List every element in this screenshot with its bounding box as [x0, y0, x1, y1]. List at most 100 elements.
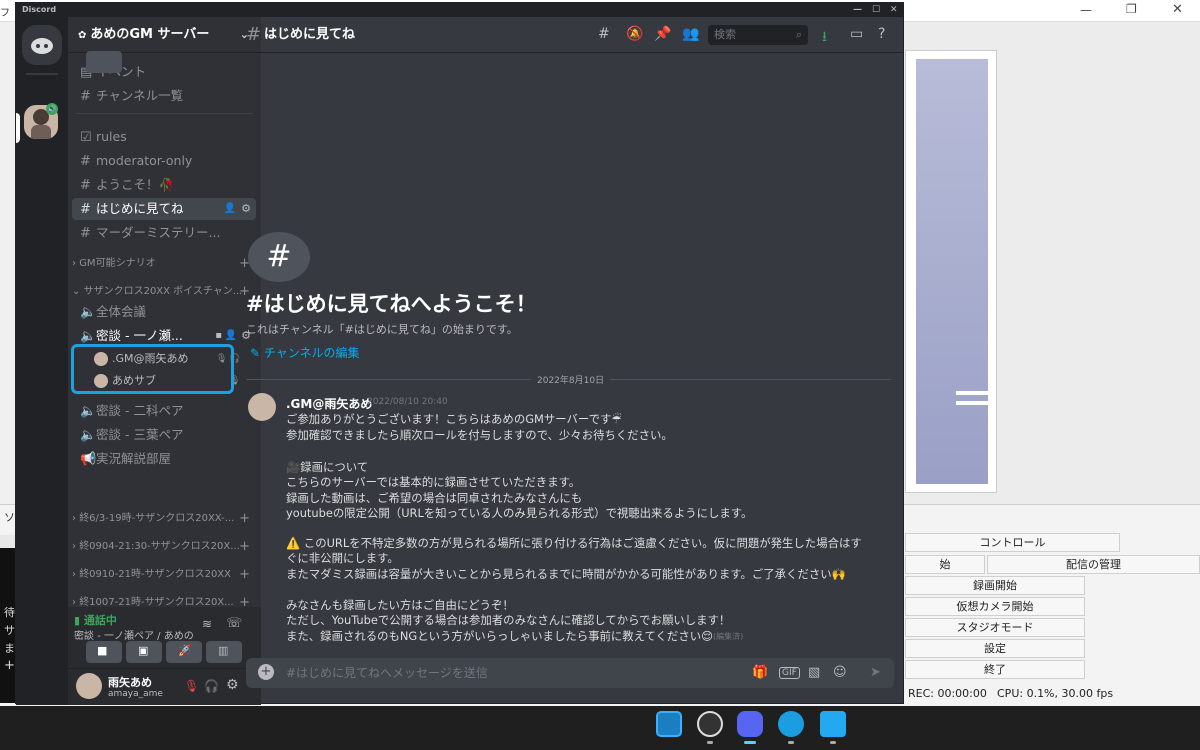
start-virtual-camera-button[interactable]: 仮想カメラ開始	[905, 597, 1085, 616]
minimize-icon[interactable]: —	[1080, 3, 1092, 17]
edit-channel-link[interactable]: ✎ チャンネルの編集	[250, 344, 360, 361]
voice-channel-meeting[interactable]: 🔈全体会議	[72, 301, 256, 323]
obs-start-fragment[interactable]: 始	[905, 555, 985, 574]
screen-share-button[interactable]: ▣	[126, 641, 162, 663]
zoom-taskbar-icon[interactable]	[656, 711, 682, 737]
plus-icon[interactable]: +	[4, 658, 15, 673]
message-timestamp: 2022/08/10 20:40	[367, 397, 448, 407]
manage-broadcast-button[interactable]: 配信の管理	[987, 555, 1200, 574]
gift-icon[interactable]: 🎁	[752, 665, 768, 680]
send-icon[interactable]: ➤	[870, 665, 881, 680]
category-session-3[interactable]: › 終0910-21時-サザンクロス20XX +	[72, 567, 256, 583]
screen-share-icon: ▣	[138, 644, 149, 657]
add-attachment-icon[interactable]: +	[258, 664, 274, 680]
download-icon[interactable]: ⭳	[822, 26, 827, 50]
category-gm-scenarios[interactable]: › GM可能シナリオ +	[72, 256, 256, 272]
category-southern-cross-voice[interactable]: ⌄ サザンクロス20XX ボイスチャン... +	[72, 284, 256, 300]
channel-rules[interactable]: ☑ rules	[72, 126, 256, 148]
sidebar-divider	[76, 113, 253, 114]
exit-button[interactable]: 終了	[905, 660, 1085, 679]
channel-murder-mystery[interactable]: # マーダーミステリー...	[72, 222, 256, 244]
disconnect-icon[interactable]: ☏	[226, 616, 242, 631]
camera-button[interactable]	[86, 51, 122, 73]
message-line: 🎥録画について	[286, 460, 369, 474]
message-line: ⚠️ このURLを不特定多数の方が見られる場所に張り付ける行為はご遠慮ください。…	[286, 536, 862, 550]
inbox-icon[interactable]: ▭	[850, 26, 863, 42]
invite-icon[interactable]: 👤	[224, 198, 236, 220]
studio-mode-button[interactable]: スタジオモード	[905, 618, 1085, 637]
discord-window: Discord — ☐ ✕ 🔊 ✿あめのGM サーバー ⌄ ▤イベント #チャン…	[15, 2, 904, 705]
maximize-icon[interactable]: ☐	[872, 3, 880, 17]
start-recording-button[interactable]: 録画開始	[905, 576, 1085, 595]
message-avatar[interactable]	[248, 393, 276, 421]
rocket-icon: 🚀	[178, 644, 192, 657]
category-label: GM可能シナリオ	[79, 258, 156, 269]
category-session-2[interactable]: › 終0904-21:30-サザンクロス20X... +	[72, 539, 256, 555]
channel-start-here[interactable]: # はじめに見てね 👤 ⚙	[72, 198, 256, 220]
search-input[interactable]: 検索 ⌕	[708, 25, 808, 45]
rules-icon: ☑	[80, 130, 92, 145]
channel-hash-icon: #	[248, 232, 310, 282]
selected-server-pill	[16, 113, 20, 143]
vscode-taskbar-icon[interactable]	[820, 711, 846, 737]
stage-channel-commentary[interactable]: 📢実況解説部屋	[72, 448, 256, 470]
app-fragment-text: フ	[0, 8, 10, 19]
message-composer[interactable]: + #はじめに見てねへメッセージを送信 🎁 GIF ▧ ☺ ➤	[246, 658, 894, 688]
user-avatar[interactable]	[76, 673, 102, 699]
minimize-icon[interactable]: —	[853, 3, 862, 17]
message-author[interactable]: .GM@雨矢あめ	[286, 395, 372, 412]
channel-moderator-only[interactable]: # moderator-only	[72, 150, 256, 172]
help-icon[interactable]: ?	[878, 26, 885, 42]
message-line: 録画した動画は、ご希望の場合は同卓されたみなさんにも	[286, 491, 583, 505]
chevron-right-icon: ›	[72, 541, 76, 552]
channel-label: 密談 - 一ノ瀬...	[96, 328, 183, 343]
activity-button[interactable]: 🚀	[166, 641, 202, 663]
emoji-icon[interactable]: ☺	[833, 665, 847, 680]
restore-icon[interactable]: ❐	[1126, 2, 1137, 16]
obs-preview-canvas	[905, 50, 997, 493]
soundboard-button[interactable]: ▥	[206, 641, 242, 663]
noise-suppression-icon[interactable]: ≋	[202, 617, 212, 631]
sticker-icon[interactable]: ▧	[808, 665, 820, 680]
soundboard-icon: ▥	[218, 644, 229, 657]
channel-welcome[interactable]: # ようこそ！🥀	[72, 174, 256, 196]
hash-icon: #	[80, 154, 91, 169]
deafen-icon[interactable]: 🎧	[204, 679, 219, 693]
settings-button[interactable]: 設定	[905, 639, 1085, 658]
hash-icon: #	[246, 24, 262, 45]
plus-icon[interactable]: +	[239, 539, 250, 555]
mute-icon[interactable]: 🎙	[184, 679, 199, 693]
obs-taskbar-icon[interactable]	[697, 711, 723, 737]
discord-taskbar-icon[interactable]	[737, 711, 763, 737]
channel-list-item[interactable]: # チャンネル一覧	[72, 85, 256, 107]
notification-settings-icon[interactable]: 🔕	[626, 26, 643, 42]
threads-icon[interactable]: #	[598, 26, 610, 42]
voice-channel-mitsuba[interactable]: 🔈密談 - 三葉ペア	[72, 424, 256, 446]
taskbar-active-indicator	[744, 741, 756, 744]
gif-icon[interactable]: GIF	[779, 667, 800, 679]
plus-icon[interactable]: +	[239, 567, 250, 583]
plus-icon[interactable]: +	[239, 511, 250, 527]
channel-label: 実況解説部屋	[96, 451, 172, 466]
video-button[interactable]: ■	[86, 641, 122, 663]
taskbar-running-indicator	[788, 741, 794, 744]
hash-icon: #	[80, 178, 91, 193]
pencil-icon: ✎	[250, 346, 261, 360]
close-icon[interactable]: ✕	[1172, 2, 1183, 17]
window-title: Discord	[22, 5, 57, 14]
voice-location[interactable]: 密談 - 一ノ瀬ペア / あめの...	[74, 627, 194, 642]
category-session-1[interactable]: › 終6/3-19時-サザンクロス20XX-... +	[72, 511, 256, 527]
edge-taskbar-icon[interactable]	[778, 711, 804, 737]
channel-label: はじめに見てね	[96, 201, 184, 216]
home-button[interactable]	[22, 25, 62, 65]
stage-icon: 📢	[80, 452, 97, 467]
close-icon[interactable]: ✕	[890, 3, 898, 17]
discord-logo-icon	[31, 38, 53, 54]
message-line: ぐに非公開にします。	[286, 551, 399, 565]
pin-icon[interactable]: 📌	[654, 26, 671, 42]
server-rail: 🔊	[16, 17, 68, 705]
gear-icon[interactable]: ⚙	[226, 677, 239, 693]
voice-channel-nishina[interactable]: 🔈密談 - 二科ペア	[72, 400, 256, 422]
member-list-icon[interactable]: 👥	[682, 26, 699, 42]
gear-icon[interactable]: ⚙	[241, 198, 251, 220]
